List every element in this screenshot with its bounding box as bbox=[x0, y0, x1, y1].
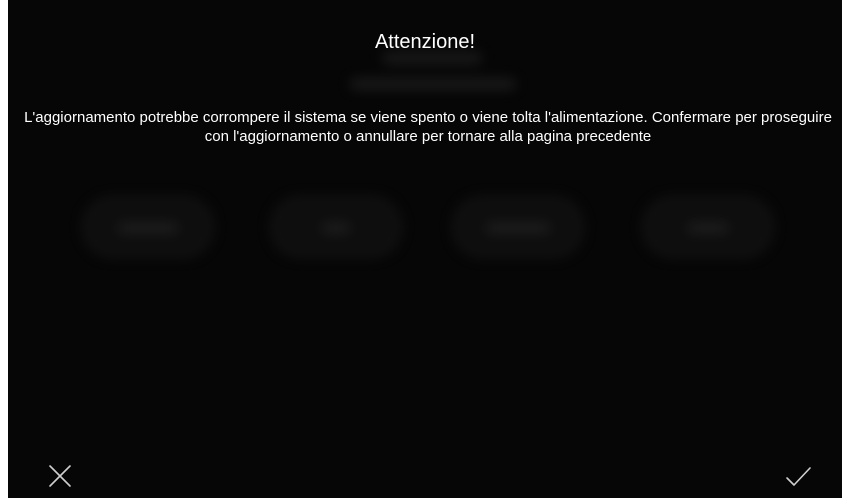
check-icon bbox=[786, 467, 811, 486]
blurred-option-1 bbox=[82, 196, 214, 258]
blurred-background-ui bbox=[8, 0, 842, 498]
dialog-title: Attenzione! bbox=[374, 31, 476, 53]
close-icon bbox=[49, 465, 71, 487]
update-warning-screen: Attenzione! L'aggiornamento potrebbe cor… bbox=[8, 0, 842, 498]
confirm-button[interactable] bbox=[780, 458, 816, 494]
cancel-button[interactable] bbox=[42, 458, 78, 494]
dialog-message: L'aggiornamento potrebbe corrompere il s… bbox=[24, 109, 832, 145]
blurred-option-4 bbox=[642, 196, 774, 258]
blurred-subheading bbox=[350, 78, 516, 90]
blurred-option-3 bbox=[452, 196, 584, 258]
blurred-option-2 bbox=[270, 196, 402, 258]
